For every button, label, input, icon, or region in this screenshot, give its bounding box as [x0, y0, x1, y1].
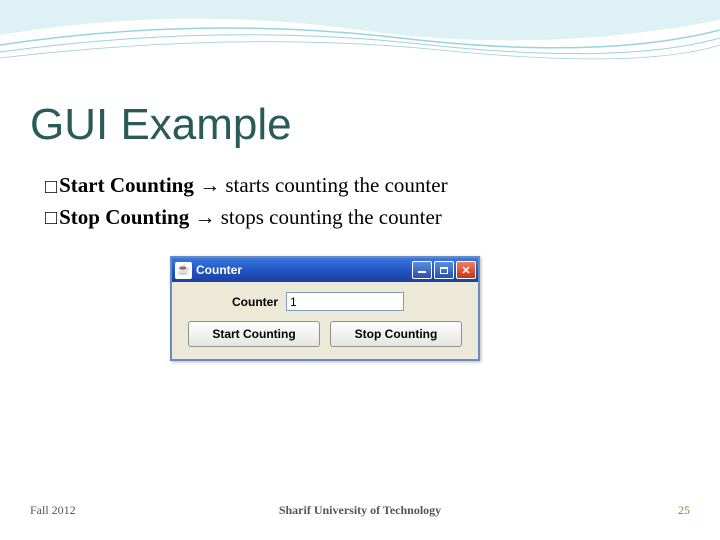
java-icon: ☕: [175, 262, 192, 279]
bullet-item: □Start Counting → starts counting the co…: [45, 170, 448, 202]
bullet-marker: □: [45, 173, 57, 202]
close-button[interactable]: ✕: [456, 261, 476, 279]
bullet-list: □Start Counting → starts counting the co…: [45, 170, 448, 233]
counter-input[interactable]: [286, 292, 404, 311]
maximize-button[interactable]: [434, 261, 454, 279]
window-title: Counter: [196, 263, 412, 277]
slide-title: GUI Example: [30, 100, 292, 150]
window-body: Counter Start Counting Stop Counting: [172, 282, 478, 359]
close-icon: ✕: [461, 264, 470, 277]
counter-window: ☕ Counter ✕ Counter Start Counting Stop …: [170, 256, 480, 361]
minimize-button[interactable]: [412, 261, 432, 279]
bullet-marker: □: [45, 204, 57, 233]
titlebar[interactable]: ☕ Counter ✕: [172, 258, 478, 282]
page-number: 25: [678, 503, 690, 518]
footer-date: Fall 2012: [30, 503, 76, 518]
stop-counting-button[interactable]: Stop Counting: [330, 321, 462, 347]
footer-org: Sharif University of Technology: [279, 503, 441, 518]
counter-label: Counter: [232, 295, 278, 309]
start-counting-button[interactable]: Start Counting: [188, 321, 320, 347]
bullet-item: □Stop Counting → stops counting the coun…: [45, 202, 448, 234]
wave-decoration: [0, 0, 720, 80]
